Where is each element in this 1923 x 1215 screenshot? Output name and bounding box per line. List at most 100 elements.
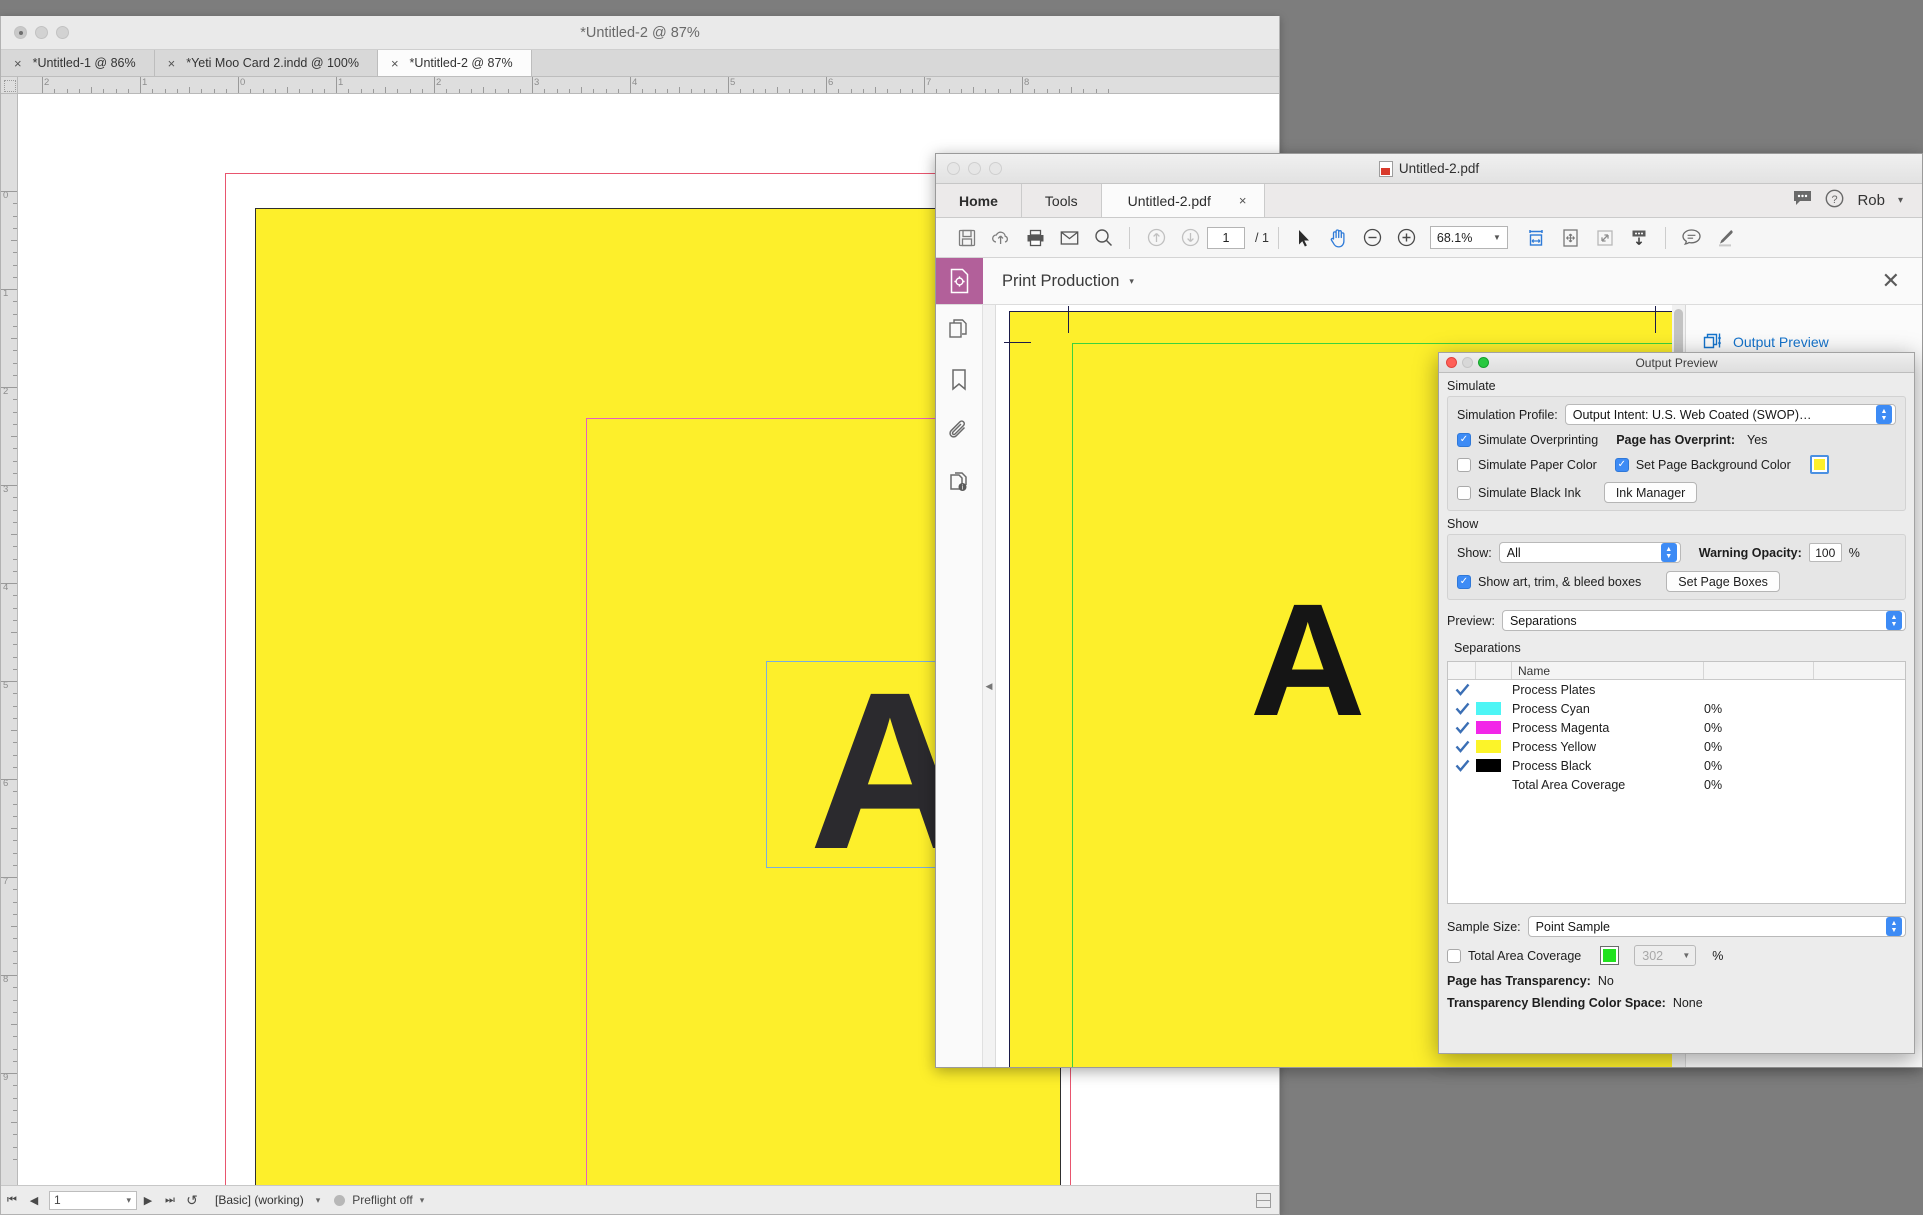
close-icon[interactable]: × (391, 57, 399, 70)
fit-width-icon[interactable] (1520, 223, 1554, 253)
simulation-profile-select[interactable]: Output Intent: U.S. Web Coated (SWOP)… ▲… (1565, 404, 1896, 425)
previous-page-icon[interactable]: ◀ (23, 1194, 45, 1207)
separations-row[interactable]: Process Yellow0% (1448, 737, 1905, 756)
upload-cloud-icon[interactable] (984, 223, 1018, 253)
zoom-out-icon[interactable] (1356, 223, 1390, 253)
chevron-down-icon[interactable]: ▾ (1129, 276, 1134, 287)
document-tab-untitled-1[interactable]: × *Untitled-1 @ 86% (1, 50, 155, 76)
simulate-black-ink-checkbox[interactable] (1457, 486, 1471, 500)
first-page-icon[interactable]: ⏮ (1, 1194, 23, 1207)
highlight-pen-icon[interactable] (1709, 223, 1743, 253)
set-page-boxes-button[interactable]: Set Page Boxes (1666, 571, 1780, 592)
save-icon[interactable] (950, 223, 984, 253)
ink-manager-button[interactable]: Ink Manager (1604, 482, 1697, 503)
chevron-down-icon[interactable]: ▾ (316, 1195, 321, 1206)
ruler-tick (13, 595, 17, 596)
vertical-ruler[interactable]: 0123456789 (1, 94, 18, 1185)
resize-grip[interactable] (1256, 1193, 1271, 1208)
horizontal-ruler[interactable]: 21012345678 (1, 77, 1279, 94)
tool-item-output-preview[interactable]: Output Preview (1686, 305, 1922, 353)
ruler-tick (13, 816, 17, 817)
separation-checkbox[interactable] (1448, 702, 1476, 715)
previous-page-icon[interactable] (1139, 223, 1173, 253)
print-icon[interactable] (1018, 223, 1052, 253)
help-icon[interactable]: ? (1825, 189, 1844, 213)
close-icon[interactable]: × (1239, 193, 1247, 208)
preflight-status[interactable]: Preflight off ▾ (334, 1193, 424, 1207)
simulate-overprinting-checkbox[interactable]: ✓ (1457, 433, 1471, 447)
page-thumbnails-icon[interactable] (948, 318, 970, 345)
total-area-coverage-input[interactable]: 302 ▼ (1634, 945, 1696, 966)
search-icon[interactable] (1086, 223, 1120, 253)
document-tab-untitled-2[interactable]: × *Untitled-2 @ 87% (378, 50, 532, 76)
fullscreen-icon[interactable] (1588, 223, 1622, 253)
simulate-paper-color-checkbox[interactable] (1457, 458, 1471, 472)
document-tab-yeti-moo-card[interactable]: × *Yeti Moo Card 2.indd @ 100% (155, 50, 378, 76)
tab-bar-filler (1265, 184, 1774, 217)
close-window-button[interactable] (14, 26, 27, 39)
stepper-icon[interactable]: ▲▼ (1661, 543, 1677, 562)
collapse-panel-handle[interactable]: ◀ (983, 305, 996, 1067)
stepper-icon[interactable]: ▲▼ (1886, 611, 1902, 630)
close-tool-panel-button[interactable]: ✕ (1882, 258, 1900, 304)
fit-page-icon[interactable] (1554, 223, 1588, 253)
window-controls[interactable] (1, 26, 69, 39)
separations-row[interactable]: Process Magenta0% (1448, 718, 1905, 737)
preflight-profile-selector[interactable]: [Basic] (working) ▾ (215, 1193, 320, 1207)
scroll-mode-icon[interactable] (1622, 223, 1656, 253)
close-icon[interactable]: × (168, 57, 176, 70)
chat-bubble-icon[interactable] (1793, 190, 1812, 211)
tab-home[interactable]: Home (936, 184, 1022, 217)
total-area-coverage-swatch[interactable] (1600, 946, 1619, 965)
next-page-icon[interactable]: ▶ (137, 1194, 159, 1207)
stepper-icon[interactable]: ▲▼ (1876, 405, 1892, 424)
bookmarks-icon[interactable] (949, 368, 969, 396)
ruler-tick (11, 1122, 17, 1123)
email-icon[interactable] (1052, 223, 1086, 253)
chevron-down-icon[interactable]: ▾ (1898, 195, 1903, 206)
chevron-down-icon[interactable]: ▾ (420, 1195, 425, 1206)
next-page-icon[interactable] (1173, 223, 1207, 253)
separations-row[interactable]: Process Black0% (1448, 756, 1905, 775)
tab-document-untitled-2[interactable]: Untitled-2.pdf × (1102, 184, 1266, 217)
page-number-input[interactable]: 1 ▾ (49, 1191, 137, 1210)
hand-tool-icon[interactable] (1322, 223, 1356, 253)
zoom-level-select[interactable]: 68.1% ▼ (1430, 226, 1508, 249)
separations-row[interactable]: Process Cyan0% (1448, 699, 1905, 718)
ruler-origin-icon[interactable] (1, 77, 18, 94)
separations-row[interactable]: Total Area Coverage0% (1448, 775, 1905, 794)
last-page-icon[interactable]: ⏭ (159, 1194, 181, 1207)
total-area-coverage-value: 302 (1642, 949, 1663, 963)
select-cursor-icon[interactable] (1288, 223, 1322, 253)
separation-checkbox[interactable] (1448, 683, 1476, 696)
comment-icon[interactable] (1675, 223, 1709, 253)
separation-checkbox[interactable] (1448, 721, 1476, 734)
tab-tools[interactable]: Tools (1022, 184, 1102, 217)
document-info-icon[interactable]: i (948, 470, 970, 498)
attachments-icon[interactable] (948, 419, 970, 447)
minimize-window-button[interactable] (35, 26, 48, 39)
page-background-color-swatch[interactable] (1810, 455, 1829, 474)
user-menu-label[interactable]: Rob (1857, 192, 1885, 209)
print-production-title[interactable]: Print Production ▾ (983, 258, 1134, 304)
chevron-down-icon[interactable]: ▾ (126, 1195, 131, 1206)
revert-icon[interactable]: ↺ (181, 1192, 203, 1209)
show-select[interactable]: All ▲▼ (1499, 542, 1681, 563)
zoom-in-icon[interactable] (1390, 223, 1424, 253)
separation-checkbox[interactable] (1448, 740, 1476, 753)
sample-size-select[interactable]: Point Sample ▲▼ (1528, 916, 1906, 937)
warning-opacity-input[interactable]: 100 (1809, 543, 1842, 562)
maximize-window-button[interactable] (56, 26, 69, 39)
chevron-down-icon[interactable]: ▼ (1493, 233, 1501, 242)
preview-mode-select[interactable]: Separations ▲▼ (1502, 610, 1906, 631)
total-area-coverage-checkbox[interactable] (1447, 949, 1461, 963)
close-icon[interactable]: × (14, 57, 22, 70)
stepper-icon[interactable]: ▲▼ (1886, 917, 1902, 936)
separation-checkbox[interactable] (1448, 759, 1476, 772)
chevron-down-icon[interactable]: ▼ (1682, 951, 1690, 960)
separations-row[interactable]: Process Plates (1448, 680, 1905, 699)
page-number-input[interactable]: 1 (1207, 227, 1245, 249)
set-page-background-color-checkbox[interactable]: ✓ (1615, 458, 1629, 472)
show-boxes-checkbox[interactable]: ✓ (1457, 575, 1471, 589)
separations-table[interactable]: Name Process PlatesProcess Cyan0%Process… (1447, 661, 1906, 904)
